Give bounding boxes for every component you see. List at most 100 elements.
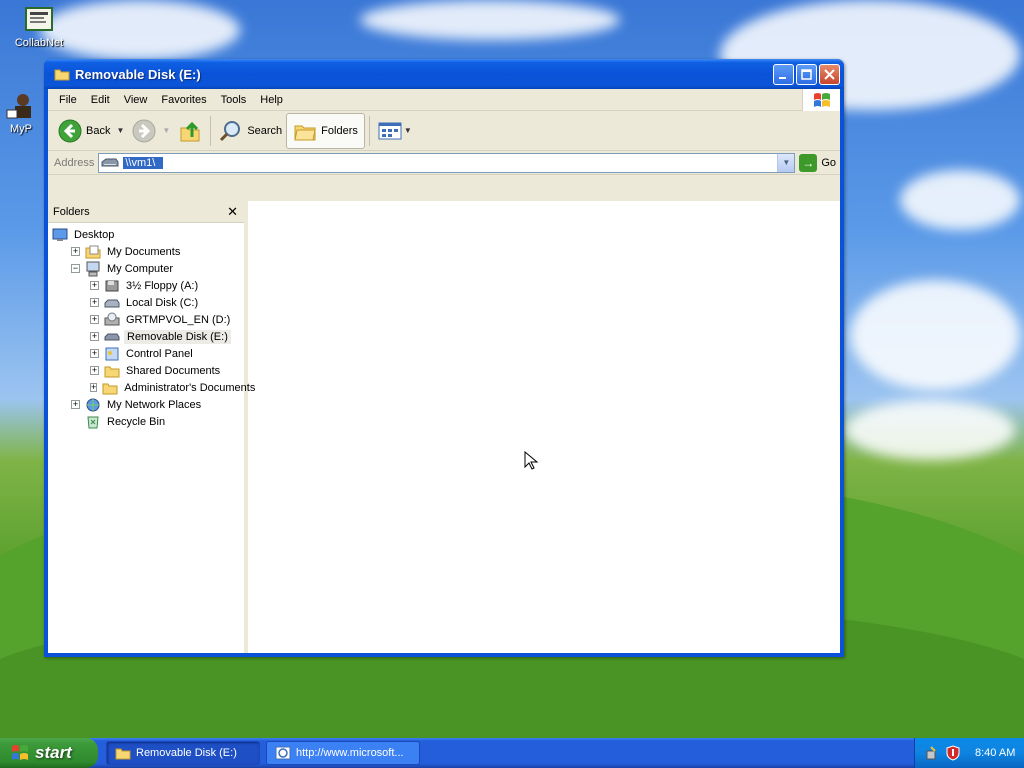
- taskbar-button-browser[interactable]: http://www.microsoft...: [266, 741, 420, 765]
- up-folder-button[interactable]: [174, 113, 206, 149]
- security-shield-icon[interactable]: [945, 745, 961, 761]
- removable-disk-icon: [101, 158, 119, 166]
- tree-item[interactable]: + My Documents: [48, 243, 244, 260]
- forward-button[interactable]: ▼: [128, 113, 174, 149]
- tree-item[interactable]: + Shared Documents: [48, 362, 244, 379]
- control-panel-icon: [104, 346, 120, 362]
- mouse-cursor-icon: [524, 451, 538, 470]
- tree-item[interactable]: + Control Panel: [48, 345, 244, 362]
- tree-item-label: My Network Places: [107, 398, 202, 411]
- network-places-icon: [85, 397, 101, 413]
- window-titlebar[interactable]: Removable Disk (E:): [44, 59, 844, 89]
- address-input[interactable]: [123, 156, 164, 169]
- close-icon: [824, 68, 835, 80]
- expand-icon[interactable]: +: [71, 247, 80, 256]
- windows-flag-icon: [802, 89, 840, 111]
- folders-pane-title: Folders: [53, 205, 90, 218]
- start-button[interactable]: start: [0, 738, 98, 768]
- windows-flag-icon: [12, 745, 28, 760]
- close-button[interactable]: [819, 63, 840, 85]
- folder-icon: [115, 748, 131, 760]
- forward-arrow-icon: [132, 119, 156, 142]
- menu-file[interactable]: File: [52, 89, 84, 111]
- views-button[interactable]: ▼: [374, 113, 416, 149]
- collapse-icon[interactable]: −: [71, 264, 80, 273]
- menu-favorites[interactable]: Favorites: [154, 89, 213, 111]
- tree-item-label: 3½ Floppy (A:): [126, 279, 199, 292]
- expand-icon[interactable]: +: [90, 332, 99, 341]
- expand-icon[interactable]: +: [90, 281, 99, 290]
- tree-item-label: Administrator's Documents: [124, 381, 256, 394]
- taskbar-button-removable-disk[interactable]: Removable Disk (E:): [106, 741, 260, 765]
- close-pane-icon[interactable]: ✕: [227, 204, 238, 220]
- tree-item[interactable]: + Removable Disk (E:): [48, 328, 244, 345]
- start-label: start: [35, 743, 72, 762]
- tree-item[interactable]: + My Network Places: [48, 396, 244, 413]
- expand-icon[interactable]: +: [90, 366, 99, 375]
- tree-item[interactable]: +3½ Floppy (A:): [48, 277, 244, 294]
- address-combo[interactable]: ▼: [98, 152, 796, 173]
- file-list-pane[interactable]: [248, 201, 840, 653]
- tree-item-label: Local Disk (C:): [126, 296, 199, 309]
- address-dropdown-icon[interactable]: ▼: [777, 153, 795, 172]
- collabnet-icon: [23, 6, 55, 34]
- clock: 8:40 AM: [975, 747, 1016, 759]
- tree-item-label: Shared Documents: [126, 364, 221, 377]
- expand-icon[interactable]: +: [90, 349, 99, 358]
- tree-item[interactable]: Recycle Bin: [48, 413, 244, 430]
- expand-icon[interactable]: +: [71, 400, 80, 409]
- back-dropdown-icon[interactable]: ▼: [116, 126, 124, 135]
- go-arrow-icon: →: [799, 153, 818, 172]
- desktop-icon-collabnet[interactable]: CollabNet: [4, 6, 74, 49]
- tree-item-label: GRTMPVOL_EN (D:): [126, 313, 231, 326]
- tree-item-label: My Documents: [107, 245, 181, 258]
- menu-help[interactable]: Help: [253, 89, 290, 111]
- views-icon: [378, 122, 402, 139]
- network-tray-icon[interactable]: [925, 745, 941, 761]
- folder-icon: [104, 363, 120, 379]
- explorer-window: Removable Disk (E:) File Edit View Favor…: [44, 59, 844, 657]
- recycle-bin-icon: [85, 414, 101, 430]
- expand-icon[interactable]: +: [90, 298, 99, 307]
- address-bar: Address ▼ → Go: [48, 151, 840, 175]
- search-icon: [220, 120, 241, 141]
- tree-item[interactable]: − My Computer: [48, 260, 244, 277]
- search-label: Search: [247, 124, 283, 137]
- up-folder-icon: [180, 121, 200, 141]
- minimize-icon: [779, 76, 786, 79]
- wallpaper-cloud: [360, 0, 620, 40]
- window-body: File Edit View Favorites Tools Help Back…: [48, 89, 840, 653]
- expand-icon[interactable]: +: [90, 315, 99, 324]
- address-label: Address: [54, 156, 95, 169]
- tree-item[interactable]: Desktop: [48, 226, 244, 243]
- wallpaper-cloud: [845, 400, 1015, 460]
- folders-button[interactable]: Folders: [286, 112, 365, 149]
- folders-pane-header: Folders ✕: [48, 201, 244, 223]
- maximize-icon: [801, 68, 812, 80]
- menu-tools[interactable]: Tools: [214, 89, 254, 111]
- tree-item[interactable]: + Local Disk (C:): [48, 294, 244, 311]
- search-button[interactable]: Search: [215, 113, 286, 149]
- tree-item-label: Control Panel: [126, 347, 193, 360]
- expand-icon[interactable]: +: [90, 383, 98, 392]
- minimize-button[interactable]: [773, 63, 794, 85]
- tree-item[interactable]: + Administrator's Documents: [48, 379, 255, 396]
- tree-item[interactable]: + GRTMPVOL_EN (D:): [48, 311, 244, 328]
- menu-edit[interactable]: Edit: [84, 89, 117, 111]
- views-dropdown-icon[interactable]: ▼: [404, 126, 412, 135]
- hard-disk-icon: [104, 295, 120, 311]
- desktop-icon-my-p[interactable]: MyP: [0, 92, 46, 135]
- back-label: Back: [86, 124, 111, 137]
- go-button[interactable]: → Go: [799, 153, 836, 172]
- menu-view[interactable]: View: [117, 89, 155, 111]
- taskbar-button-label: http://www.microsoft...: [296, 747, 404, 759]
- system-tray: 8:40 AM: [914, 738, 1024, 768]
- window-title: Removable Disk (E:): [75, 66, 201, 82]
- desktop-icon-label: CollabNet: [14, 37, 64, 49]
- folder-tree: Desktop + My Documents − My Computer +3½ Flop…: [48, 223, 255, 430]
- back-button[interactable]: Back ▼: [54, 113, 128, 149]
- folders-label: Folders: [321, 124, 358, 137]
- forward-dropdown-icon[interactable]: ▼: [162, 126, 170, 135]
- maximize-button[interactable]: [796, 63, 817, 85]
- folders-icon: [294, 125, 316, 140]
